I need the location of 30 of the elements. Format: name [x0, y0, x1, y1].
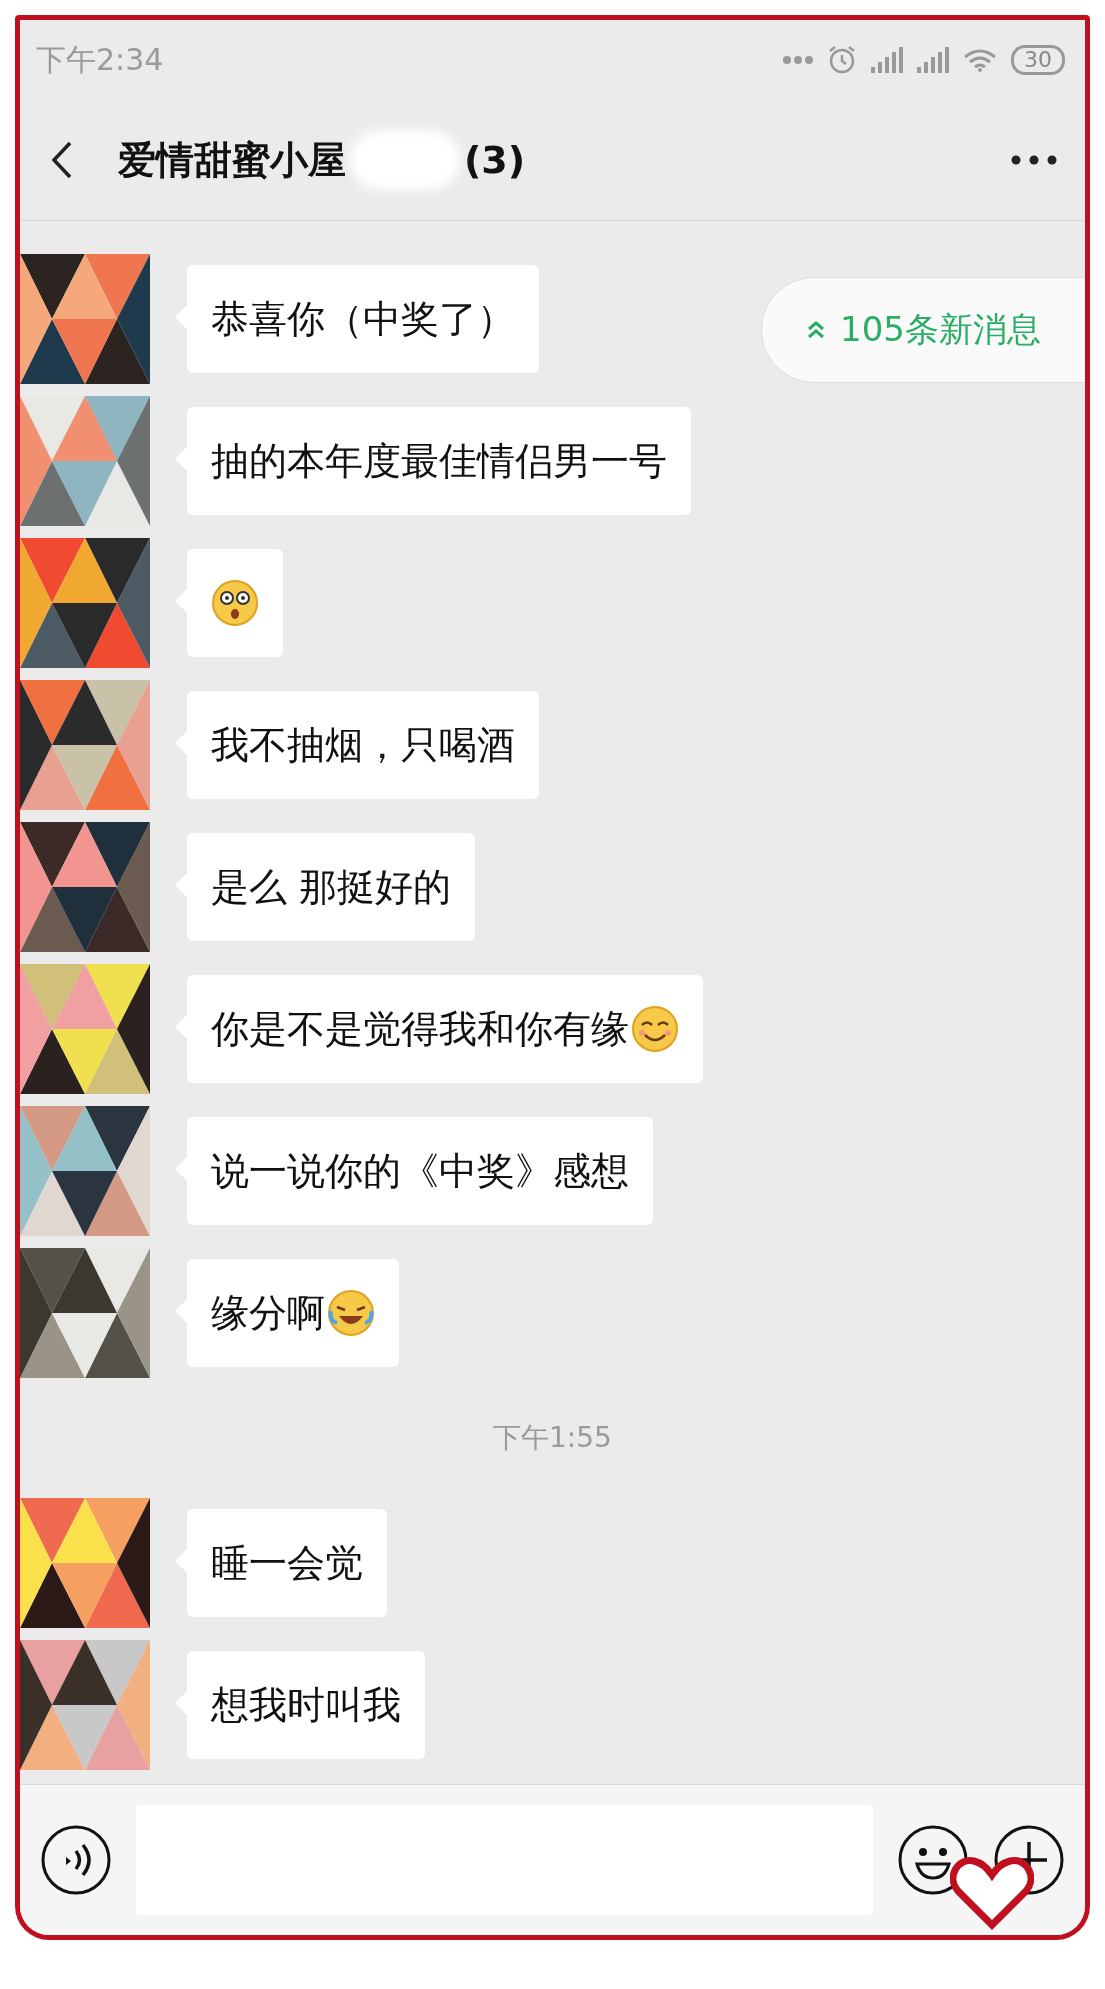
wifi-icon — [963, 48, 997, 72]
alarm-icon — [827, 45, 857, 75]
shocked-face-icon — [211, 579, 259, 627]
message-text: 睡一会觉 — [211, 1539, 363, 1587]
message-text: 想我时叫我 — [211, 1681, 401, 1729]
laughing-crying-face-icon — [327, 1289, 375, 1337]
message-text: 说一说你的《中奖》感想 — [211, 1147, 629, 1195]
message-text: 恭喜你（中奖了） — [211, 295, 515, 343]
battery-level: 30 — [1011, 45, 1065, 75]
back-icon[interactable] — [50, 140, 74, 180]
signal-icon — [871, 47, 903, 73]
heart-icon — [950, 1855, 1034, 1931]
member-count: (3) — [464, 138, 526, 182]
new-messages-pill[interactable]: 105条新消息 — [761, 277, 1085, 383]
chat-title: 爱情甜蜜小屋 — [118, 136, 346, 184]
message-text: 我不抽烟，只喝酒 — [211, 721, 515, 769]
emoji-icon[interactable] — [897, 1824, 969, 1896]
message-text: 缘分啊 — [211, 1289, 325, 1337]
dots-icon — [783, 56, 813, 64]
smiling-face-icon — [631, 1005, 679, 1053]
message-text: 抽的本年度最佳情侣男一号 — [211, 437, 667, 485]
message-text: 你是不是觉得我和你有缘 — [211, 1005, 629, 1053]
more-icon[interactable] — [1011, 155, 1057, 165]
double-chevron-up-icon — [806, 320, 826, 340]
timestamp: 下午1:55 — [493, 1420, 612, 1456]
message-text: 是么 那挺好的 — [211, 863, 452, 911]
new-messages-label: 105条新消息 — [840, 308, 1041, 351]
signal-icon — [917, 47, 949, 73]
voice-icon[interactable] — [40, 1824, 112, 1896]
status-time: 下午2:34 — [36, 40, 164, 79]
